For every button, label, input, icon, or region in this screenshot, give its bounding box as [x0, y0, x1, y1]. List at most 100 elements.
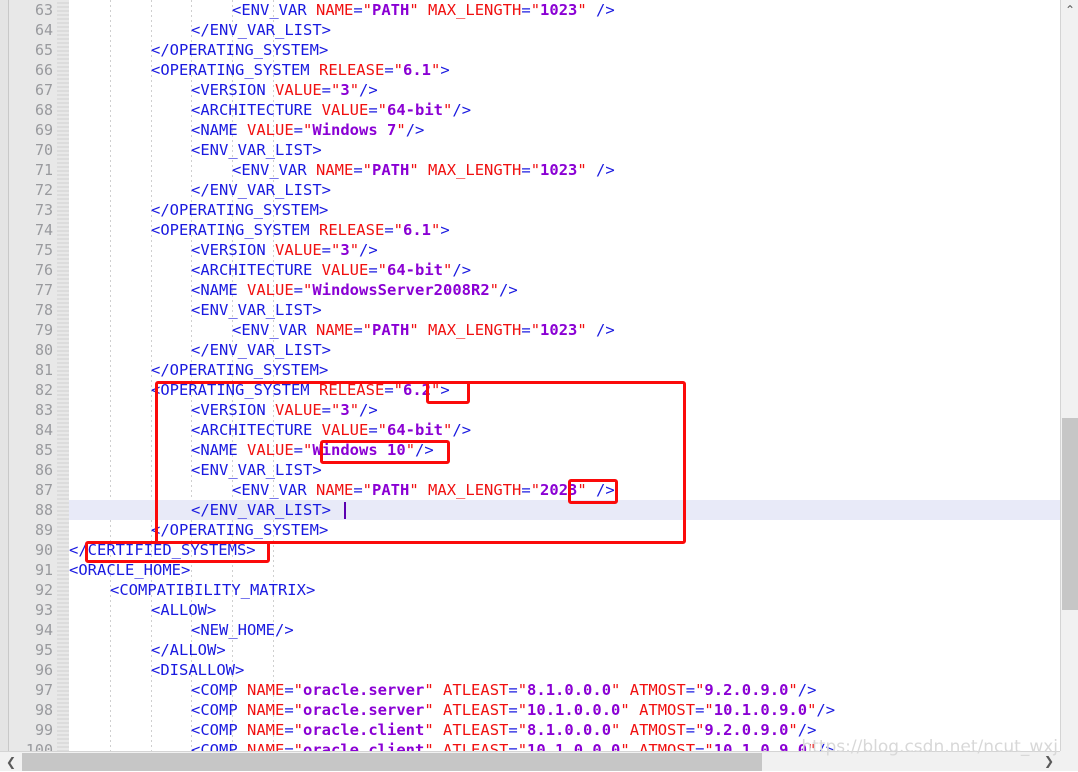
code-line-text: </ENV_VAR_LIST>	[191, 180, 331, 200]
token-val: Windows 10	[312, 441, 406, 459]
token-tag	[419, 481, 428, 499]
token-tag: =	[284, 741, 294, 751]
scroll-left-icon[interactable]: ❮	[0, 752, 22, 772]
token-att: NAME	[316, 321, 354, 339]
line-number: 72	[34, 181, 53, 199]
token-att: ATMOST	[639, 741, 696, 751]
code-line[interactable]: <ENV_VAR NAME="PATH" MAX_LENGTH="2023" /…	[69, 480, 1060, 500]
token-val: 64-bit	[387, 101, 444, 119]
code-line-text: <ENV_VAR_LIST>	[191, 140, 322, 160]
code-line[interactable]: <ARCHITECTURE VALUE="64-bit"/>	[69, 420, 1060, 440]
vertical-scroll-thumb[interactable]	[1062, 418, 1078, 610]
token-qt: "	[517, 721, 528, 739]
line-number: 65	[34, 41, 53, 59]
code-line[interactable]: <ENV_VAR NAME="PATH" MAX_LENGTH="1023" /…	[69, 0, 1060, 20]
vertical-scrollbar[interactable]: ⌃ ⌄	[1060, 0, 1078, 771]
line-number: 98	[34, 701, 53, 719]
code-line[interactable]: <COMP NAME="oracle.server" ATLEAST="8.1.…	[69, 680, 1060, 700]
code-line[interactable]: <OPERATING_SYSTEM RELEASE="6.2">	[69, 380, 1060, 400]
token-tag: =	[293, 441, 304, 459]
token-val: 1023	[540, 1, 578, 19]
token-tag: <ENV_VAR_LIST>	[191, 301, 322, 319]
token-att: VALUE	[247, 121, 294, 139]
token-qt: "	[349, 81, 360, 99]
token-qt: "	[362, 481, 373, 499]
token-qt: "	[431, 221, 441, 239]
token-tag: <VERSION	[191, 81, 275, 99]
code-line[interactable]: <NAME VALUE="Windows 10"/>	[69, 440, 1060, 460]
token-tag: >	[440, 381, 450, 399]
token-val: oracle.client	[303, 721, 425, 739]
xml-editor[interactable]: 63 64 65 66 67 68 69 70 71 72 73 74 75 76 77 78 79 80 81 82…	[0, 0, 1078, 771]
code-line[interactable]: <NEW_HOME/>	[69, 620, 1060, 640]
code-line[interactable]: <ALLOW>	[69, 600, 1060, 620]
code-line[interactable]: <COMP NAME="oracle.server" ATLEAST="10.1…	[69, 700, 1060, 720]
scroll-up-icon[interactable]: ⌃	[1061, 0, 1078, 20]
code-line-text: <ENV_VAR NAME="PATH" MAX_LENGTH="1023" /…	[232, 160, 615, 180]
code-line[interactable]: </ENV_VAR_LIST>	[69, 180, 1060, 200]
token-att: ATLEAST	[443, 721, 509, 739]
token-tag: =	[508, 741, 518, 751]
token-qt: "	[620, 741, 630, 751]
token-val: 1023	[540, 161, 578, 179]
code-line-text: <COMP NAME="oracle.server" ATLEAST="8.1.…	[191, 680, 816, 700]
code-line[interactable]: <ENV_VAR_LIST>	[69, 300, 1060, 320]
token-att: VALUE	[321, 261, 369, 279]
code-line[interactable]: </CERTIFIED_SYSTEMS>	[69, 540, 1060, 560]
token-tag	[419, 1, 428, 19]
token-att: ATMOST	[639, 701, 696, 719]
code-line[interactable]: <ENV_VAR_LIST>	[69, 460, 1060, 480]
token-tag: </ENV_VAR_LIST>	[191, 341, 331, 359]
code-line[interactable]: </ENV_VAR_LIST>	[69, 500, 1060, 520]
code-line[interactable]: </ENV_VAR_LIST>	[69, 20, 1060, 40]
line-number: 77	[34, 281, 53, 299]
line-number: 89	[34, 521, 53, 539]
token-qt: "	[517, 681, 528, 699]
token-tag: </CERTIFIED_SYSTEMS>	[69, 541, 256, 559]
token-tag: </OPERATING_SYSTEM>	[151, 361, 329, 379]
code-line[interactable]: <VERSION VALUE="3"/>	[69, 240, 1060, 260]
code-line[interactable]: <VERSION VALUE="3"/>	[69, 80, 1060, 100]
code-line[interactable]: <DISALLOW>	[69, 660, 1060, 680]
token-qt: "	[530, 481, 541, 499]
token-tag: =	[368, 101, 378, 119]
token-qt: "	[443, 101, 453, 119]
token-tag: <COMPATIBILITY_MATRIX>	[110, 581, 316, 599]
line-number: 92	[34, 581, 53, 599]
code-line[interactable]: </ALLOW>	[69, 640, 1060, 660]
token-qt: "	[293, 681, 304, 699]
horizontal-scroll-thumb[interactable]	[22, 753, 762, 771]
code-line-text: <ARCHITECTURE VALUE="64-bit"/>	[191, 100, 471, 120]
token-tag: =	[384, 221, 394, 239]
token-qt: "	[303, 121, 313, 139]
code-line[interactable]: <NAME VALUE="WindowsServer2008R2"/>	[69, 280, 1060, 300]
code-line[interactable]: <ARCHITECTURE VALUE="64-bit"/>	[69, 100, 1060, 120]
token-tag: =	[508, 701, 518, 719]
code-line-text: <OPERATING_SYSTEM RELEASE="6.1">	[151, 220, 450, 240]
code-line[interactable]: </ENV_VAR_LIST>	[69, 340, 1060, 360]
code-line[interactable]: <ENV_VAR NAME="PATH" MAX_LENGTH="1023" /…	[69, 160, 1060, 180]
code-line[interactable]: <ENV_VAR NAME="PATH" MAX_LENGTH="1023" /…	[69, 320, 1060, 340]
token-val: 1023	[540, 321, 578, 339]
token-tag: <ARCHITECTURE	[191, 421, 322, 439]
code-line[interactable]: <ORACLE_HOME>	[69, 560, 1060, 580]
token-tag: <ALLOW>	[151, 601, 217, 619]
code-line[interactable]: <COMPATIBILITY_MATRIX>	[69, 580, 1060, 600]
token-att: RELEASE	[318, 381, 385, 399]
code-line[interactable]: </OPERATING_SYSTEM>	[69, 40, 1060, 60]
code-line[interactable]: <VERSION VALUE="3"/>	[69, 400, 1060, 420]
code-line[interactable]: </OPERATING_SYSTEM>	[69, 200, 1060, 220]
code-line[interactable]: <OPERATING_SYSTEM RELEASE="6.1">	[69, 220, 1060, 240]
code-line[interactable]: <OPERATING_SYSTEM RELEASE="6.1">	[69, 60, 1060, 80]
code-line-text: <VERSION VALUE="3"/>	[191, 80, 378, 100]
code-line[interactable]: <ARCHITECTURE VALUE="64-bit"/>	[69, 260, 1060, 280]
code-line[interactable]: </OPERATING_SYSTEM>	[69, 360, 1060, 380]
code-line[interactable]: <ENV_VAR_LIST>	[69, 140, 1060, 160]
code-content-area[interactable]: <ENV_VAR NAME="PATH" MAX_LENGTH="1023" /…	[69, 0, 1060, 751]
code-line[interactable]: <NAME VALUE="Windows 7"/>	[69, 120, 1060, 140]
code-line[interactable]: </OPERATING_SYSTEM>	[69, 520, 1060, 540]
token-val: 9.2.0.9.0	[704, 721, 789, 739]
line-number: 88	[34, 501, 53, 519]
code-line-text: <DISALLOW>	[151, 660, 244, 680]
code-line-text: <ALLOW>	[151, 600, 216, 620]
